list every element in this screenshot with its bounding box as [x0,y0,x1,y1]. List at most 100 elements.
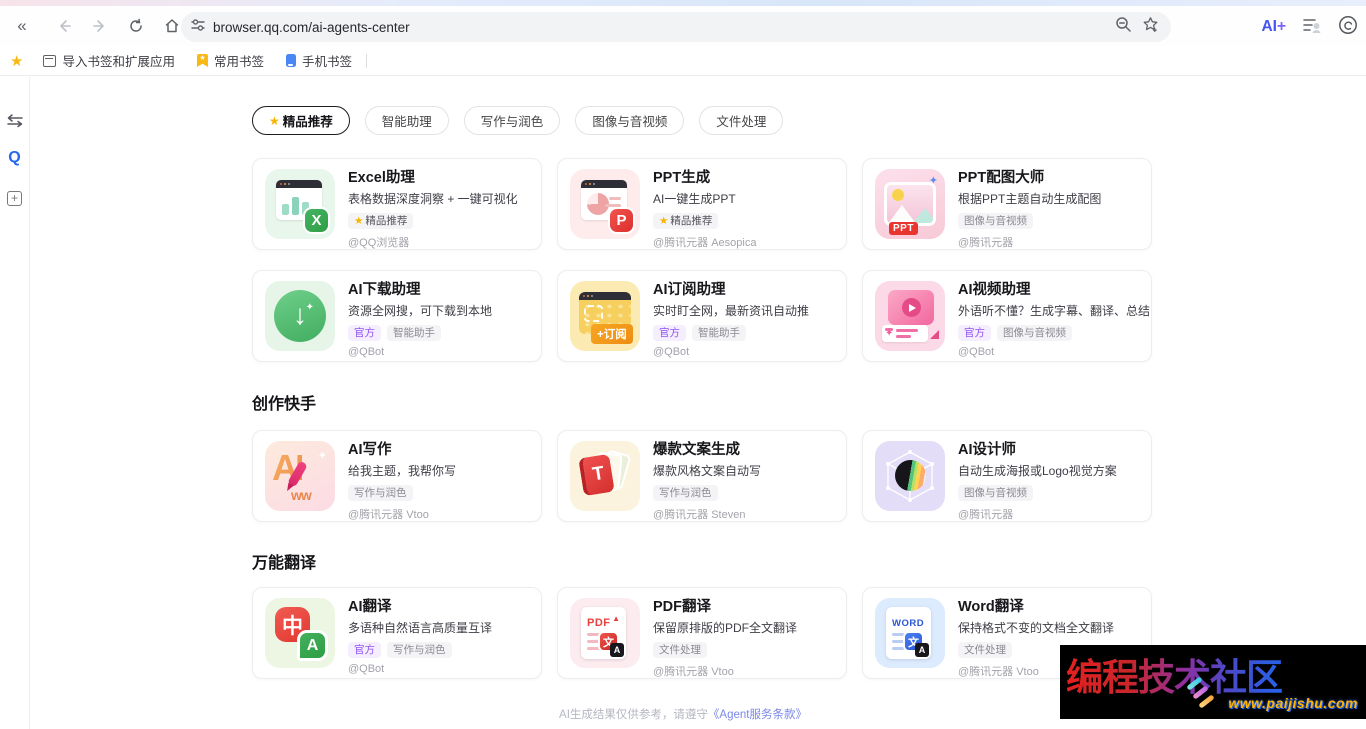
featured-star-icon: ★ [269,113,280,128]
sparkle-icon: ✦ [317,450,327,462]
card-desc: 给我主题，我帮你写 [348,464,457,478]
featured-badge: ★ 精品推荐 [653,213,719,229]
card-desc: 根据PPT主题自动生成配图 [958,192,1102,206]
category-badge: 写作与润色 [653,485,718,501]
category-badge: 文件处理 [958,642,1012,658]
card-pdf-translate[interactable]: PDF ▲ 文A PDF翻译 保留原排版的PDF全文翻译 文件处理 @腾讯元器 … [557,587,847,679]
disclaimer-text: AI生成结果仅供参考，请遵守 [559,709,708,721]
category-badge: 图像与音视频 [997,325,1072,341]
card-author: @腾讯元器 Vtoo [348,509,429,521]
card-title: PPT配图大师 [958,170,1045,186]
yellow-bookmark-icon: ★ [196,54,208,67]
official-badge: 官方 [958,325,991,341]
tab-file-processing[interactable]: 文件处理 [699,106,784,135]
card-desc: 资源全网搜，可下载到本地 [348,304,493,318]
ai-subscribe-icon: +订阅 [570,281,640,351]
card-author: @腾讯元器 [958,509,1014,521]
ai-download-icon: ↓ ✦ [265,281,335,351]
swap-tabs-icon[interactable] [4,110,26,132]
card-desc: 保留原排版的PDF全文翻译 [653,621,798,635]
tab-featured[interactable]: ★ 精品推荐 [252,106,350,135]
watermark-url: www.paijishu.com [1228,695,1358,711]
card-title: PDF翻译 [653,599,711,615]
url-text[interactable]: browser.qq.com/ai-agents-center [213,20,1115,35]
ai-plus-button[interactable]: AI+ [1261,18,1286,36]
left-sidebar: Q + [0,77,30,729]
watermark-banner: 编程技术社区 www.paijishu.com [1060,645,1366,719]
ai-translate-icon: 中 A [265,598,335,668]
official-badge: 官方 [348,642,381,658]
bookmark-phone[interactable]: 手机书签 [278,48,360,73]
bookmark-import[interactable]: 导入书签和扩展应用 [35,48,183,73]
card-ai-translate[interactable]: 中 A AI翻译 多语种自然语言高质量互译 官方 写作与润色 @QBot [252,587,542,679]
section-translation: 万能翻译 [252,555,317,572]
card-desc: 实时盯全网，最新资讯自动推 [653,304,810,318]
card-title: AI翻译 [348,599,392,615]
section-creation: 创作快手 [252,396,317,413]
card-author: @QBot [348,663,385,675]
bookmarks-divider [366,53,367,68]
card-ai-subscribe[interactable]: +订阅 AI订阅助理 实时盯全网，最新资讯自动推 官方 智能助手 @QBot [557,270,847,362]
card-author: @腾讯元器 Aesopica [653,237,757,249]
card-author: @腾讯元器 Steven [653,509,746,521]
category-badge: 智能助手 [692,325,746,341]
bookmarks-bar: ★ 导入书签和扩展应用 ★ 常用书签 手机书签 [0,46,1366,76]
card-desc: 外语听不懂？生成字幕、翻译、总结 [958,304,1151,318]
card-title: PPT生成 [653,170,711,186]
card-desc: 保持格式不变的文档全文翻译 [958,621,1115,635]
card-desc: 多语种自然语言高质量互译 [348,621,493,635]
favorites-star-icon[interactable]: ★ [10,52,23,70]
category-badge: 智能助手 [387,325,441,341]
site-settings-icon[interactable] [191,18,205,37]
card-desc: 爆款风格文案自动写 [653,464,762,478]
qq-browser-logo-icon[interactable]: Q [4,147,26,169]
card-desc: 表格数据深度洞察 + 一键可视化 [348,192,518,206]
tab-smart-assistant[interactable]: 智能助理 [364,106,449,135]
card-viral-copywriting[interactable]: T 爆款文案生成 爆款风格文案自动写 写作与润色 @腾讯元器 Steven [557,430,847,522]
card-ppt-image-master[interactable]: ✦ PPT PPT配图大师 根据PPT主题自动生成配图 图像与音视频 @腾讯元器 [862,158,1152,250]
url-bar[interactable]: browser.qq.com/ai-agents-center [181,12,1171,42]
card-ai-video[interactable]: ✦ AI视频助理 外语听不懂？生成字幕、翻译、总结 官方 图像与音视频 @QBo… [862,270,1152,362]
sparkle-icon: ✦ [885,328,894,339]
card-ppt-generate[interactable]: P PPT生成 AI一键生成PPT ★ 精品推荐 @腾讯元器 Aesopica [557,158,847,250]
bookmark-common[interactable]: ★ 常用书签 [189,48,272,73]
reload-icon[interactable] [122,12,150,40]
forward-icon[interactable] [86,12,114,40]
watermark-text: 编程技术社区 [1066,647,1283,701]
terms-link[interactable]: 《Agent服务条款》 [708,709,807,721]
tab-writing[interactable]: 写作与润色 [463,106,561,135]
card-author: @腾讯元器 [958,237,1014,249]
reading-list-icon[interactable] [1302,16,1322,39]
card-desc: AI一键生成PPT [653,192,736,206]
browser-toolbar: « browser.qq.com/ai-agents-center AI+ [0,6,1366,46]
official-badge: 官方 [348,325,381,341]
official-badge: 官方 [653,325,686,341]
card-author: @QBot [653,346,690,358]
card-author: @QQ浏览器 [348,237,410,249]
category-badge: 写作与润色 [387,642,452,658]
category-badge: 写作与润色 [348,485,413,501]
card-ai-writing[interactable]: AI ww ✦ AI写作 给我主题，我帮你写 写作与润色 @腾讯元器 Vtoo [252,430,542,522]
card-ai-designer[interactable]: AI设计师 自动生成海报或Logo视觉方案 图像与音视频 @腾讯元器 [862,430,1152,522]
collapse-sidebar-icon[interactable]: « [8,12,36,40]
tab-image-av[interactable]: 图像与音视频 [575,106,685,135]
word-translate-icon: WORD 文A [875,598,945,668]
ppt-generate-icon: P [570,169,640,239]
card-title: AI设计师 [958,442,1016,458]
viral-copywriting-icon: T [570,441,640,511]
card-excel-assistant[interactable]: X Excel助理 表格数据深度洞察 + 一键可视化 ★ 精品推荐 @QQ浏览器 [252,158,542,250]
card-ai-download[interactable]: ↓ ✦ AI下载助理 资源全网搜，可下载到本地 官方 智能助手 @QBot [252,270,542,362]
profile-avatar-icon[interactable] [1338,15,1358,40]
bookmark-star-icon[interactable] [1142,16,1159,38]
add-panel-icon[interactable]: + [4,187,26,209]
agents-grid: X Excel助理 表格数据深度洞察 + 一键可视化 ★ 精品推荐 @QQ浏览器 … [252,158,1152,679]
zoom-out-icon[interactable] [1115,16,1132,38]
card-author: @QBot [348,346,385,358]
card-author: @QBot [958,346,995,358]
card-desc: 自动生成海报或Logo视觉方案 [958,464,1117,478]
card-title: AI视频助理 [958,282,1031,298]
back-icon[interactable] [50,12,78,40]
card-title: Word翻译 [958,599,1024,615]
category-tabs: ★ 精品推荐 智能助理 写作与润色 图像与音视频 文件处理 [252,106,784,135]
ai-writing-icon: AI ww ✦ [265,441,335,511]
